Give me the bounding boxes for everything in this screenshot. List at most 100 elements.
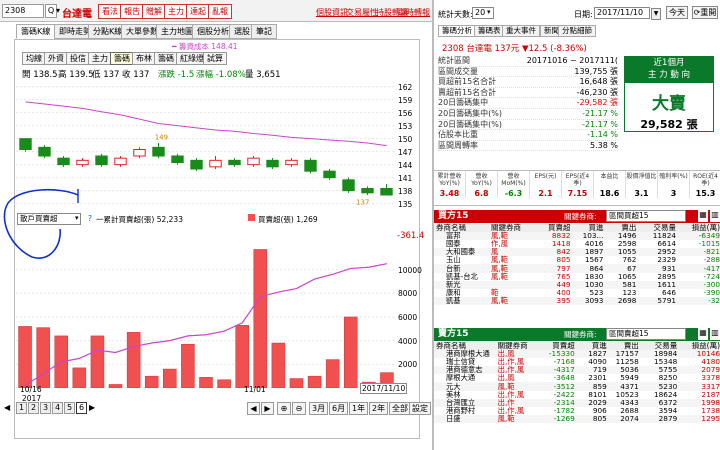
stat-value: -1.14 % <box>587 130 618 140</box>
range-3m[interactable]: 3月 <box>309 402 329 415</box>
reload-label: 重開 <box>700 8 717 17</box>
table-row[interactable]: 國泰 作,風 1418 4016 2598 6614 -1015 <box>434 240 720 248</box>
chevron-down-icon[interactable]: ▾ <box>56 6 60 15</box>
subtab-chip[interactable]: 籌碼 <box>110 52 134 65</box>
tab-report[interactable]: 報告 <box>120 4 144 19</box>
chart-view-icon[interactable]: ▥ <box>710 210 720 222</box>
reload-button[interactable]: ⟳重開 <box>692 6 718 19</box>
volume-bar <box>36 327 50 388</box>
range-2y[interactable]: 2年 <box>369 402 389 415</box>
tab-rise[interactable]: 達起 <box>186 4 210 19</box>
tab-chip-k[interactable]: 籌碼K線 <box>16 24 56 39</box>
volume-bar <box>181 343 195 388</box>
table-row[interactable]: 凱基 風,範 395 3093 2698 5791 -32 <box>434 296 720 305</box>
tab-gift[interactable]: 贈解 <box>142 4 166 19</box>
table-view-icon[interactable]: ▦ <box>698 328 708 340</box>
table-row[interactable]: 日盛 風,範 -1269 805 2074 2879 1295 <box>434 414 720 423</box>
page-button[interactable]: 1 <box>16 402 27 414</box>
sell-filter-select[interactable]: 區間賣超15 <box>606 328 686 340</box>
link-trade-attr[interactable]: 交易屬性 <box>346 7 378 18</box>
broker-name: 康和 <box>446 287 461 297</box>
range-1y[interactable]: 1年 <box>349 402 369 415</box>
page-button[interactable]: 5 <box>64 402 75 414</box>
table-row[interactable]: 玉山 風,範 805 1567 762 2329 -288 <box>434 256 720 264</box>
stat-value: -29,582 張 <box>576 98 618 108</box>
subtab-trust[interactable]: 投信 <box>66 52 90 65</box>
range-6m[interactable]: 6月 <box>329 402 349 415</box>
candle <box>209 159 222 168</box>
table-row[interactable]: 摩根大通 出,風 -3648 2301 5949 8250 3378 <box>434 374 720 382</box>
tab-branch-detail[interactable]: 分點細節 <box>558 25 596 37</box>
bar-legend: 買賣超(張) 1,269 <box>258 215 318 224</box>
table-row[interactable]: 美林 出,作,風 -2422 8101 10523 18624 2187 <box>434 390 720 399</box>
tab-events[interactable]: 重大事件 <box>502 25 540 37</box>
table-row[interactable]: 大和國泰風 842 1897 1055 2952 -821 <box>434 248 720 257</box>
chart-view-icon[interactable]: ▥ <box>710 328 720 340</box>
table-row[interactable]: 港商德意志 出,作,風 -4317 719 5036 5755 2079 <box>434 366 720 375</box>
table-header-row: 券商名稱 關鍵券商 買賣超 買進 賣出 交易量 損益(萬) <box>434 224 720 233</box>
link-stock-info[interactable]: 個股資訊 <box>316 7 348 18</box>
subtab-main[interactable]: 主力 <box>88 52 112 65</box>
table-row[interactable]: 港商野村 出,作,風 -1782 906 2688 3594 1738 <box>434 406 720 415</box>
volume-bar <box>108 384 123 388</box>
stock-code-input[interactable]: 2308 <box>2 4 44 18</box>
chart-panel: 2308 Q ▾ 台達電 看法 報告 贈解 主力 達起 亂報 個股資訊 交易屬性… <box>0 0 432 450</box>
metric-cell: 股價淨值比 3.1 <box>626 171 658 198</box>
stat-label: 佔股本比重 <box>438 130 478 140</box>
tab-alert[interactable]: 亂報 <box>208 4 232 19</box>
page-nav-right-icon[interactable]: ▶ <box>89 403 95 412</box>
buy-table-wrap: 券商名稱 關鍵券商 買賣超 買進 賣出 交易量 損益(萬) 富邦 風,範 8832 103... 14… <box>434 224 720 305</box>
page-button[interactable]: 3 <box>40 402 51 414</box>
stat-label: 賣超前15名合計 <box>438 87 497 97</box>
indicator-tick: 10000 <box>398 265 422 275</box>
tab-main-force[interactable]: 主力 <box>164 4 188 19</box>
subtab-ma[interactable]: 均線 <box>22 52 46 65</box>
candle <box>342 179 355 192</box>
range-all[interactable]: 全部 <box>389 402 411 415</box>
page-button-active[interactable]: 6 <box>76 402 87 414</box>
tab-stock-analysis[interactable]: 個股分析 <box>192 24 234 39</box>
tab-chip-analysis[interactable]: 籌碼分析 <box>438 25 476 37</box>
zoom-in-icon[interactable]: ⊕ <box>277 402 291 415</box>
page-button[interactable]: 2 <box>28 402 39 414</box>
page-nav-left-icon[interactable]: ◀ <box>4 403 10 412</box>
annotation-circle <box>3 188 79 259</box>
tab-notes[interactable]: 筆記 <box>251 24 277 39</box>
page-button[interactable]: 4 <box>52 402 63 414</box>
zoom-out-icon[interactable]: ⊖ <box>292 402 306 415</box>
metric-label: 殖利率(%) <box>659 173 688 180</box>
today-button[interactable]: 今天 <box>666 6 688 19</box>
table-row[interactable]: 台灣匯立 出,作 -2314 2029 4343 6372 1998 <box>434 398 720 407</box>
price-tick: 144 <box>398 160 413 170</box>
metric-cell: EPS(元) 2.1 <box>530 171 562 198</box>
volume-bar <box>72 367 87 388</box>
chevron-down-icon[interactable]: ▾ <box>487 8 491 16</box>
subtab-bollinger[interactable]: 布林 <box>132 52 156 65</box>
calendar-dropdown-icon[interactable]: ▼ <box>651 8 661 20</box>
table-view-icon[interactable]: ▦ <box>698 210 708 222</box>
buy-filter-select[interactable]: 區間買超15 <box>606 210 686 222</box>
table-row[interactable]: 康和範 400 523 123 646 -390 <box>434 287 720 297</box>
nav-right-icon[interactable]: ▶ <box>261 402 274 415</box>
settings-button[interactable]: 設定 <box>409 402 431 415</box>
table-row[interactable]: 新光 449 1030 581 1611 -300 <box>434 280 720 289</box>
tab-view[interactable]: 看法 <box>98 4 122 19</box>
table-row[interactable]: 港商摩根大通 出,風 -15330 1827 17157 18984 10146 <box>434 350 720 359</box>
subtab-calc[interactable]: 試算 <box>203 52 227 65</box>
link-realtime[interactable]: 即時轉報 <box>398 7 430 18</box>
metric-cell: EPS(近4季) 7.15 <box>562 171 594 198</box>
candle <box>57 157 70 166</box>
candle <box>285 159 298 166</box>
broker-name: 富邦 <box>434 232 489 241</box>
table-row[interactable]: 元大 風,範 -3512 859 4371 5230 3317 <box>434 382 720 391</box>
tab-chip-table[interactable]: 籌碼表 <box>474 25 505 37</box>
table-row[interactable]: 凱基-台北 風,範 765 1830 1065 2895 -724 <box>434 272 720 281</box>
metric-cell: 營收YoY(%) 6.8 <box>466 171 498 198</box>
toolbar: 2308 Q ▾ 台達電 看法 報告 贈解 主力 達起 亂報 個股資訊 交易屬性… <box>0 0 432 22</box>
column-header[interactable]: 券商名稱 <box>434 224 489 233</box>
table-row[interactable]: 富邦 風,範 8832 103... 1496 11824 -6349 <box>434 232 720 241</box>
nav-left-icon[interactable]: ◀ <box>247 402 260 415</box>
date-input[interactable]: 2017/11/10 <box>594 7 650 19</box>
subtab-chip2[interactable]: 籌碼 <box>154 52 178 65</box>
subtab-foreign[interactable]: 外資 <box>44 52 68 65</box>
